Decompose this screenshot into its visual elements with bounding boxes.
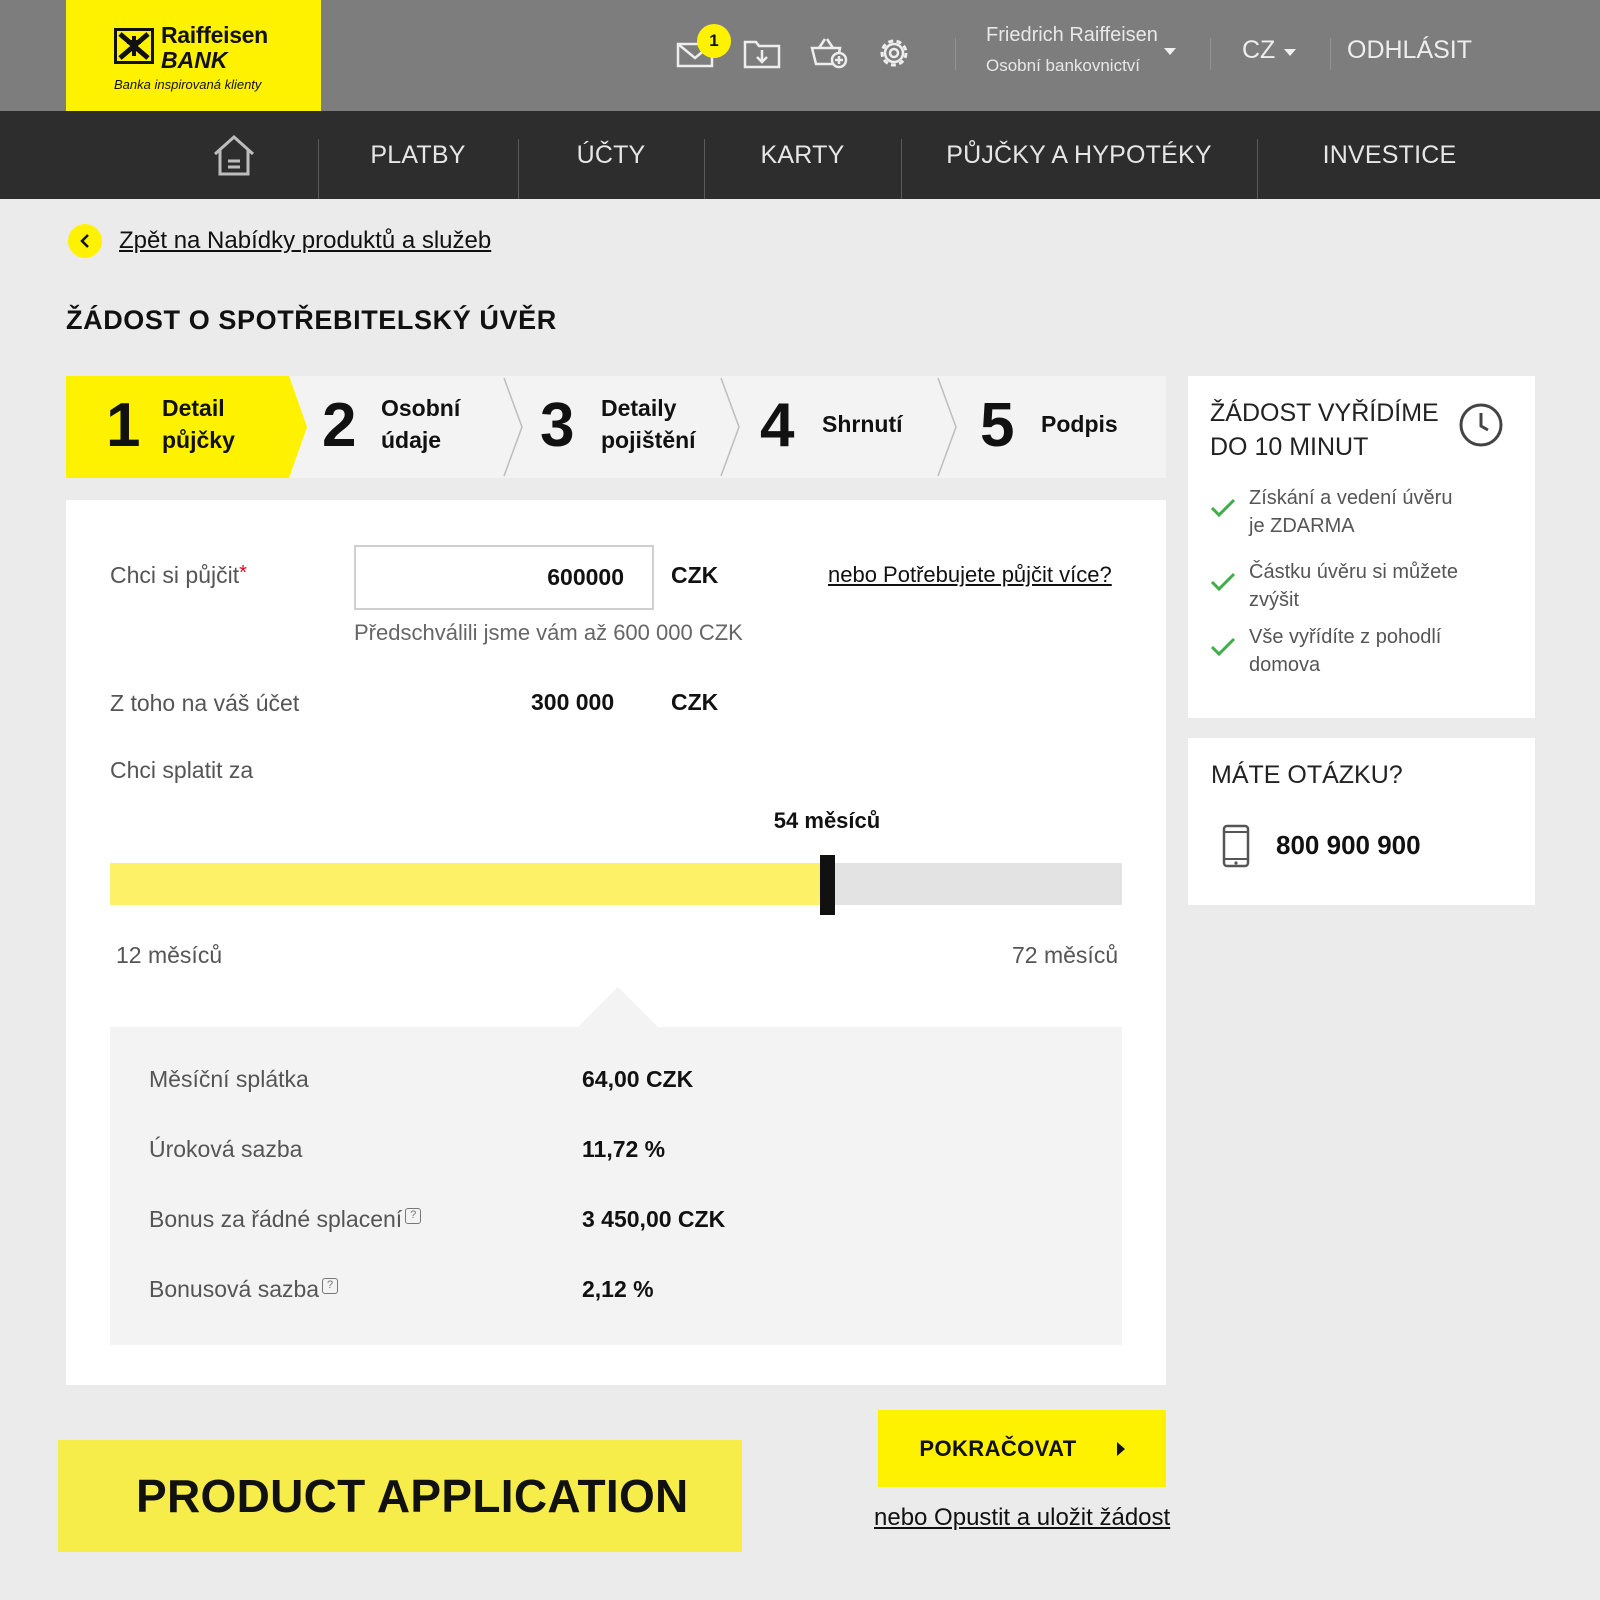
nav-item-pujcky-a-hypoteky[interactable]: PŮJČKY A HYPOTÉKY — [901, 111, 1257, 199]
raiffeisen-gable-cross-icon — [114, 28, 154, 64]
step-label: Osobní — [381, 395, 461, 421]
nav-item-karty[interactable]: KARTY — [704, 111, 901, 199]
language-chevron-down-icon[interactable] — [1284, 49, 1296, 56]
slider-fill — [110, 863, 827, 905]
repayment-period-slider[interactable] — [110, 855, 1122, 915]
step-number: 1 — [106, 391, 141, 460]
step-number: 3 — [540, 391, 575, 460]
home-icon — [213, 134, 255, 176]
step-label: pojištění — [601, 427, 696, 453]
help-icon[interactable]: ? — [405, 1208, 422, 1225]
gear-icon[interactable] — [874, 36, 914, 70]
benefit-text: je ZDARMA — [1249, 515, 1355, 537]
header-divider — [1330, 38, 1331, 70]
header-divider — [955, 38, 956, 70]
slider-max-label: 72 měsíců — [1012, 942, 1119, 968]
product-application-banner: PRODUCT APPLICATION — [58, 1440, 742, 1552]
benefit-text: Získání a vedení úvěru — [1249, 487, 1453, 509]
continue-button[interactable]: POKRAČOVAT — [878, 1410, 1166, 1487]
page-title: ŽÁDOST O SPOTŘEBITELSKÝ ÚVĚR — [66, 305, 557, 335]
back-button[interactable] — [68, 224, 102, 258]
help-icon[interactable]: ? — [322, 1278, 339, 1295]
benefit-text: zvýšit — [1249, 589, 1299, 611]
mail-badge: 1 — [697, 24, 731, 58]
slider-value-label: 54 měsíců — [773, 808, 881, 833]
benefit-text: domova — [1249, 654, 1321, 676]
contact-title: MÁTE OTÁZKU? — [1211, 761, 1403, 789]
brand-slogan: Banka inspirovaná klienty — [114, 77, 262, 92]
summary-row-label: Měsíční splátka — [149, 1066, 309, 1092]
leave-and-save-link[interactable]: nebo Opustit a uložit žádost — [874, 1504, 1170, 1532]
step-number: 2 — [322, 391, 357, 460]
summary-row-value: 3 450,00 CZK — [582, 1206, 726, 1232]
continue-button-label: POKRAČOVAT — [919, 1435, 1077, 1461]
repay-period-label: Chci splatit za — [110, 757, 254, 783]
summary-row-value: 11,72 % — [582, 1136, 666, 1162]
header-divider — [1210, 38, 1211, 70]
borrow-amount-label-text: Chci si půjčit — [110, 562, 240, 588]
step-label: údaje — [381, 427, 442, 453]
step-label: Detaily — [601, 395, 677, 421]
nav-item-investice[interactable]: INVESTICE — [1257, 111, 1522, 199]
benefit-item: Získání a vedení úvěru je ZDARMA — [1249, 484, 1529, 540]
top-bar: Raiffeisen BANK Banka inspirovaná klient… — [0, 0, 1600, 111]
amount-currency: CZK — [671, 562, 719, 588]
required-mark: * — [239, 562, 247, 584]
to-account-label: Z toho na váš účet — [110, 690, 300, 716]
to-account-currency: CZK — [671, 689, 719, 715]
benefit-text: Vše vyřídíte z pohodlí — [1249, 626, 1442, 648]
main-nav: PLATBY ÚČTY KARTY PŮJČKY A HYPOTÉKY INVE… — [0, 111, 1600, 199]
brand-name-bank: BANK — [161, 47, 228, 73]
slider-handle[interactable] — [820, 855, 835, 915]
summary-pointer — [578, 987, 658, 1027]
check-icon — [1210, 637, 1236, 657]
summary-row-value: 2,12 % — [582, 1276, 654, 1302]
nav-home[interactable] — [150, 111, 318, 199]
step-label: půjčky — [162, 427, 235, 453]
to-account-value: 300 000 — [531, 689, 615, 715]
check-icon — [1210, 498, 1236, 518]
summary-row-value: 64,00 CZK — [582, 1066, 694, 1092]
user-segment: Osobní bankovnictví — [986, 56, 1141, 75]
clock-icon — [1459, 403, 1503, 447]
user-name[interactable]: Friedrich Raiffeisen — [986, 24, 1158, 47]
benefit-text: Částku úvěru si můžete — [1249, 561, 1458, 583]
brand-name: Raiffeisen — [161, 22, 268, 48]
summary-row-label-with-help: Bonusová sazba? — [149, 1276, 339, 1303]
loan-amount-input[interactable] — [354, 545, 654, 610]
step-label: Shrnutí — [822, 411, 903, 437]
bank-logo[interactable]: Raiffeisen BANK Banka inspirovaná klient… — [66, 0, 321, 111]
arrow-right-icon — [1116, 1441, 1125, 1456]
summary-row-label-with-help: Bonus za řádné splacení? — [149, 1206, 422, 1233]
back-link[interactable]: Zpět na Nabídky produktů a služeb — [119, 227, 491, 255]
benefit-item: Vše vyřídíte z pohodlí domova — [1249, 623, 1529, 679]
nav-item-platby[interactable]: PLATBY — [318, 111, 518, 199]
borrow-amount-label: Chci si půjčit* — [110, 562, 247, 589]
step-number: 4 — [760, 391, 795, 460]
step-label: Podpis — [1041, 411, 1118, 437]
summary-row-label: Úroková sazba — [149, 1136, 303, 1162]
language-selector[interactable]: CZ — [1242, 36, 1275, 65]
preapproved-hint: Předschválili jsme vám až 600 000 CZK — [354, 620, 743, 645]
contact-phone-number[interactable]: 800 900 900 — [1276, 830, 1421, 861]
benefit-item: Částku úvěru si můžete zvýšit — [1249, 558, 1529, 614]
processing-title: DO 10 MINUT — [1210, 433, 1369, 461]
user-menu-chevron-down-icon[interactable] — [1164, 48, 1176, 55]
summary-row-label: Bonusová sazba — [149, 1276, 320, 1302]
processing-title: ŽÁDOST VYŘÍDÍME — [1210, 399, 1439, 427]
summary-row-label: Bonus za řádné splacení — [149, 1206, 403, 1232]
nav-item-ucty[interactable]: ÚČTY — [518, 111, 704, 199]
step-label: Detail — [162, 395, 225, 421]
basket-add-icon[interactable] — [808, 36, 848, 70]
mobile-phone-icon — [1222, 824, 1250, 868]
check-icon — [1210, 572, 1236, 592]
chevron-left-icon — [80, 234, 89, 248]
download-icon[interactable] — [742, 36, 782, 70]
progress-stepper: 1 Detail půjčky 2 Osobní údaje 3 Detaily… — [66, 376, 1166, 478]
slider-min-label: 12 měsíců — [116, 942, 223, 968]
logout-button[interactable]: ODHLÁSIT — [1347, 36, 1472, 65]
borrow-more-link[interactable]: nebo Potřebujete půjčit více? — [828, 562, 1112, 588]
step-number: 5 — [980, 391, 1015, 460]
